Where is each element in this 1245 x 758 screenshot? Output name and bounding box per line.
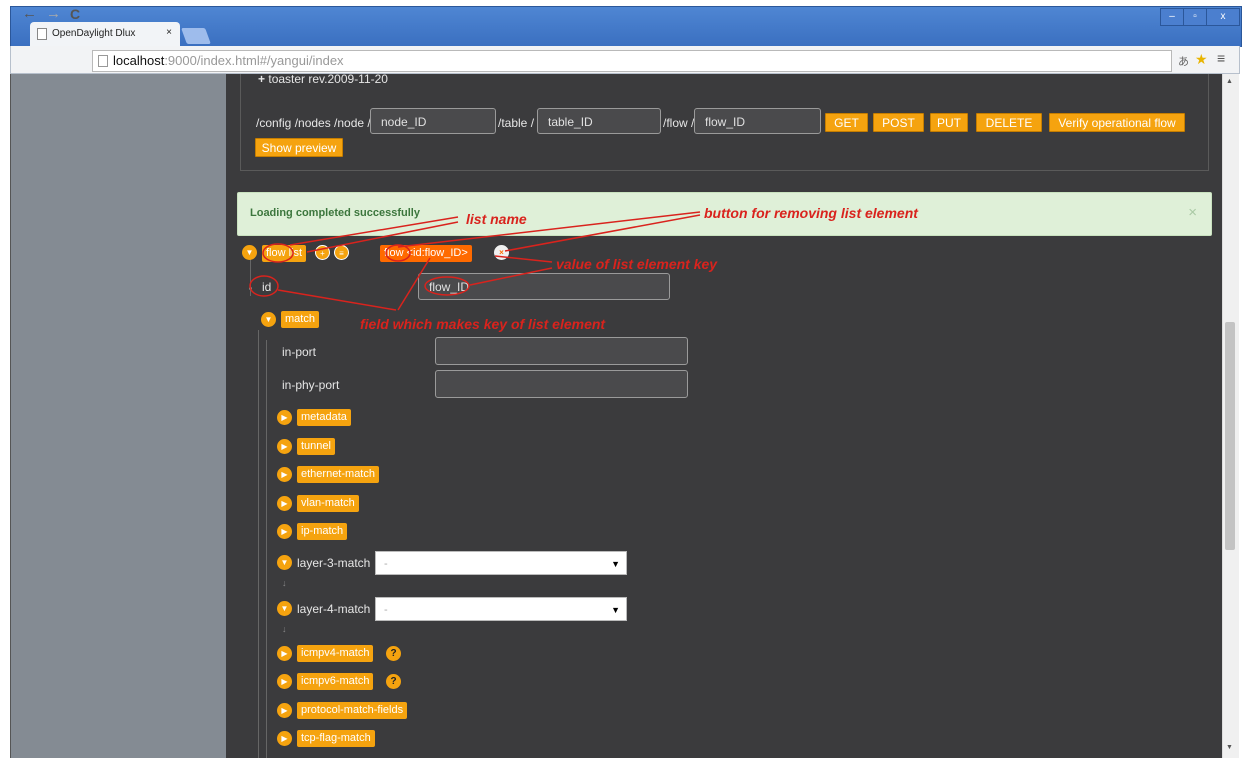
key-value-arrow-2 xyxy=(469,267,553,286)
list-element-key-circle xyxy=(385,244,411,262)
list-name-arrow-2 xyxy=(306,221,459,253)
list-name-arrow-1 xyxy=(289,216,459,246)
key-value-arrow-1 xyxy=(494,255,553,263)
annotation-list-name: list name xyxy=(466,211,527,227)
annotation-key-value: value of list element key xyxy=(556,256,718,272)
list-name-circle xyxy=(262,243,294,263)
id-field-circle xyxy=(249,275,279,297)
annotation-remove-button: button for removing list element xyxy=(704,205,918,221)
remove-arrow-2 xyxy=(504,214,701,252)
remove-arrow-1 xyxy=(397,211,701,248)
key-value-circle xyxy=(424,276,470,296)
key-field-arrow-1 xyxy=(277,289,397,311)
annotation-overlay xyxy=(249,211,701,311)
annotation-key-field: field which makes key of list element xyxy=(360,316,606,332)
